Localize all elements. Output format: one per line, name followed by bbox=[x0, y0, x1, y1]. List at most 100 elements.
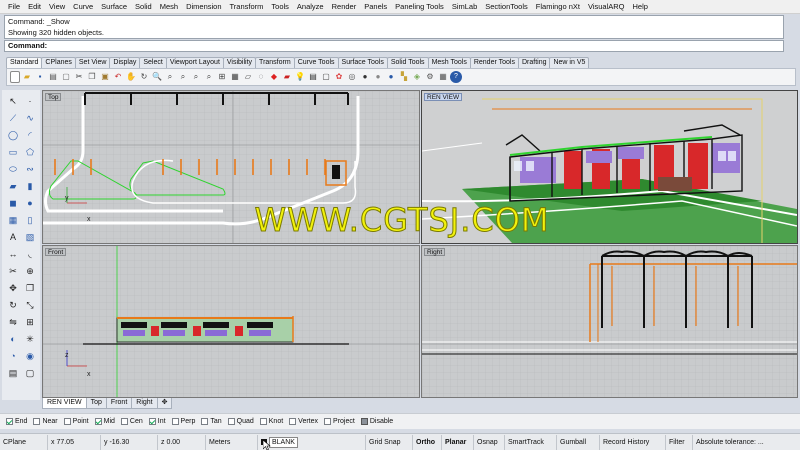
status-cplane[interactable]: CPlane bbox=[0, 434, 48, 450]
status-units[interactable]: Meters bbox=[206, 434, 258, 450]
grid-icon[interactable]: ▤ bbox=[6, 366, 20, 380]
layout-icon-2[interactable]: ▢ bbox=[23, 366, 37, 380]
menu-item-analyze[interactable]: Analyze bbox=[293, 0, 328, 14]
zoom-icon[interactable]: 🔍 bbox=[151, 71, 163, 83]
toolbar-tab-drafting[interactable]: Drafting bbox=[517, 57, 551, 68]
menu-item-transform[interactable]: Transform bbox=[226, 0, 268, 14]
zoom-all-icon[interactable]: ⌕ bbox=[203, 71, 215, 83]
osnap-mid[interactable]: Mid bbox=[94, 418, 115, 425]
command-prompt[interactable]: Command: bbox=[4, 40, 784, 52]
shaded-sphere-icon[interactable]: ● bbox=[359, 71, 371, 83]
properties-icon[interactable]: ▢ bbox=[320, 71, 332, 83]
toolbar-tab-surface-tools[interactable]: Surface Tools bbox=[337, 57, 388, 68]
car-icon[interactable]: ▰ bbox=[281, 71, 293, 83]
hatch-icon[interactable]: ▧ bbox=[23, 230, 37, 244]
named-views-icon[interactable]: ▦ bbox=[229, 71, 241, 83]
rotate-view-icon[interactable]: ↻ bbox=[138, 71, 150, 83]
status-grid-snap[interactable]: Grid Snap bbox=[366, 434, 413, 450]
new-file-icon[interactable] bbox=[10, 71, 20, 83]
join-icon[interactable]: ⊕ bbox=[23, 264, 37, 278]
extrude-icon[interactable]: ▮ bbox=[23, 179, 37, 193]
viewport-top-label[interactable]: Top bbox=[45, 93, 62, 101]
select-arrow-icon[interactable]: ↖ bbox=[6, 94, 20, 108]
tools-icon[interactable]: ⚙ bbox=[424, 71, 436, 83]
osnap-tan[interactable]: Tan bbox=[201, 418, 222, 425]
osnap-perp[interactable]: Perp bbox=[171, 418, 195, 425]
viewport-tab-right[interactable]: Right bbox=[131, 398, 158, 409]
osnap-disable[interactable]: Disable bbox=[360, 418, 393, 425]
cplane-icon[interactable]: ▱ bbox=[242, 71, 254, 83]
toolbar-tab-mesh-tools[interactable]: Mesh Tools bbox=[427, 57, 471, 68]
menu-item-file[interactable]: File bbox=[4, 0, 24, 14]
osnap-quad[interactable]: Quad bbox=[227, 418, 254, 425]
menu-item-sectiontools[interactable]: SectionTools bbox=[481, 0, 532, 14]
undo-icon[interactable]: ↶ bbox=[112, 71, 124, 83]
status-planar[interactable]: Planar bbox=[442, 434, 474, 450]
menu-item-dimension[interactable]: Dimension bbox=[182, 0, 225, 14]
toolbar-tab-display[interactable]: Display bbox=[109, 57, 141, 68]
material-icon[interactable]: ◈ bbox=[411, 71, 423, 83]
sphere-icon[interactable]: ● bbox=[23, 196, 37, 210]
osnap-checkbox[interactable] bbox=[201, 418, 209, 425]
scale-icon[interactable]: ⤡ bbox=[23, 298, 37, 312]
select-lasso-icon[interactable]: ◌ bbox=[255, 71, 267, 83]
toolbar-tab-transform[interactable]: Transform bbox=[255, 57, 295, 68]
toolbar-tab-standard[interactable]: Standard bbox=[6, 57, 43, 68]
polyline-icon[interactable]: ⟋ bbox=[6, 111, 20, 125]
menu-item-edit[interactable]: Edit bbox=[24, 0, 45, 14]
add-viewport-tab-icon[interactable]: ✥ bbox=[156, 398, 173, 409]
disable-checkbox[interactable] bbox=[360, 418, 368, 425]
pan-hand-icon[interactable]: ✋ bbox=[125, 71, 137, 83]
status-filter[interactable]: Filter bbox=[666, 434, 693, 450]
render-icon[interactable]: ◉ bbox=[23, 349, 37, 363]
ellipse-icon[interactable]: ⬭ bbox=[6, 162, 20, 176]
rectangle-icon[interactable]: ▭ bbox=[6, 145, 20, 159]
status-gumball[interactable]: Gumball bbox=[557, 434, 600, 450]
explode-icon[interactable]: ✳ bbox=[23, 332, 37, 346]
viewport-tab-ren-view[interactable]: REN VIEW bbox=[42, 398, 87, 409]
osnap-checkbox[interactable] bbox=[171, 418, 179, 425]
zoom-extents-icon[interactable]: ⌕ bbox=[177, 71, 189, 83]
viewport-ren-view-label[interactable]: REN VIEW bbox=[424, 93, 463, 101]
menu-item-mesh[interactable]: Mesh bbox=[156, 0, 182, 14]
menu-item-flamingo-nxt[interactable]: Flamingo nXt bbox=[532, 0, 584, 14]
toolbar-tab-select[interactable]: Select bbox=[139, 57, 167, 68]
four-viewports-icon[interactable]: ⊞ bbox=[216, 71, 228, 83]
menu-item-help[interactable]: Help bbox=[629, 0, 652, 14]
snap-point-icon[interactable]: ◆ bbox=[268, 71, 280, 83]
zoom-selected-icon[interactable]: ⌕ bbox=[190, 71, 202, 83]
osnap-near[interactable]: Near bbox=[33, 418, 58, 425]
osnap-checkbox[interactable] bbox=[94, 418, 102, 425]
circle-icon[interactable]: ◯ bbox=[6, 128, 20, 142]
toolbar-tab-new-in-v5[interactable]: New in V5 bbox=[549, 57, 590, 68]
rotate-icon[interactable]: ↻ bbox=[6, 298, 20, 312]
polygon-icon[interactable]: ⬠ bbox=[23, 145, 37, 159]
toolbar-tab-render-tools[interactable]: Render Tools bbox=[469, 57, 519, 68]
split-icon[interactable]: ✂ bbox=[6, 264, 20, 278]
menu-item-render[interactable]: Render bbox=[328, 0, 361, 14]
status-smarttrack[interactable]: SmartTrack bbox=[505, 434, 557, 450]
osnap-vertex[interactable]: Vertex bbox=[289, 418, 318, 425]
mirror-icon[interactable]: ⇋ bbox=[6, 315, 20, 329]
osnap-end[interactable]: End bbox=[6, 418, 27, 425]
open-folder-icon[interactable]: ▰ bbox=[21, 71, 33, 83]
arc-icon[interactable]: ◜ bbox=[23, 128, 37, 142]
toolbar-tab-cplanes[interactable]: CPlanes bbox=[41, 57, 76, 68]
print-icon[interactable]: ▤ bbox=[47, 71, 59, 83]
status-osnap[interactable]: Osnap bbox=[474, 434, 505, 450]
move-icon[interactable]: ✥ bbox=[6, 281, 20, 295]
menu-item-surface[interactable]: Surface bbox=[97, 0, 131, 14]
menu-item-curve[interactable]: Curve bbox=[69, 0, 97, 14]
osnap-cen[interactable]: Cen bbox=[120, 418, 143, 425]
viewport-right-label[interactable]: Right bbox=[424, 248, 446, 256]
toolbar-tab-viewport-layout[interactable]: Viewport Layout bbox=[165, 57, 224, 68]
box-icon[interactable]: ◼ bbox=[6, 196, 20, 210]
options-icon[interactable]: ▦ bbox=[437, 71, 449, 83]
osnap-checkbox[interactable] bbox=[259, 418, 267, 425]
osnap-checkbox[interactable] bbox=[227, 418, 235, 425]
toolbar-tab-visibility[interactable]: Visibility bbox=[222, 57, 257, 68]
menu-item-tools[interactable]: Tools bbox=[267, 0, 293, 14]
point-icon[interactable]: · bbox=[23, 94, 37, 108]
toolbar-tab-solid-tools[interactable]: Solid Tools bbox=[386, 57, 429, 68]
cylinder-icon[interactable]: ▯ bbox=[23, 213, 37, 227]
